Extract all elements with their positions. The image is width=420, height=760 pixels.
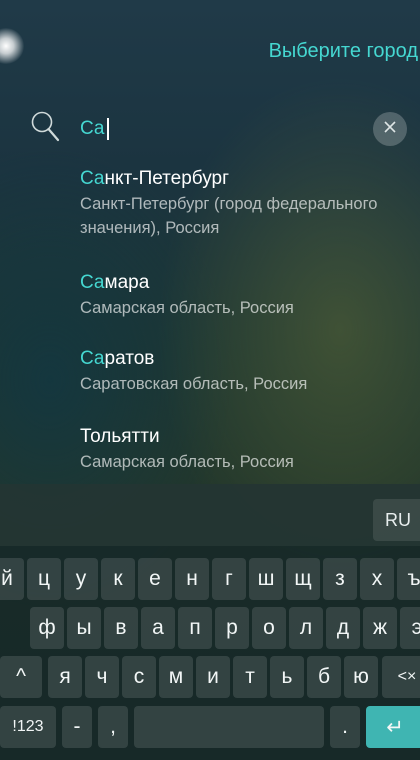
enter-key[interactable]: ↵ xyxy=(366,706,420,748)
language-switch-key[interactable]: RU xyxy=(373,499,420,541)
symbols-key[interactable]: !123 xyxy=(0,706,56,748)
keyboard-suggestion-bar xyxy=(0,484,420,546)
key-м[interactable]: м xyxy=(159,656,193,698)
key-ц[interactable]: ц xyxy=(27,558,61,600)
city-result-item[interactable]: Тольятти Самарская область, Россия xyxy=(80,426,420,474)
key-й[interactable]: й xyxy=(0,558,24,600)
city-region: Санкт-Петербург (город федерального знач… xyxy=(80,195,378,237)
key-о[interactable]: о xyxy=(252,607,286,649)
key-к[interactable]: к xyxy=(101,558,135,600)
key-ю[interactable]: ю xyxy=(344,656,378,698)
city-name-rest: нкт-Петербург xyxy=(104,168,230,189)
on-screen-keyboard: RU й ц у к е н г ш щ з х ъ ф ы в а п р о л д ж э ^ я ч с м и т ь б ю <× !1… xyxy=(0,484,420,760)
city-region: Самарская область, Россия xyxy=(80,299,294,317)
key-ы[interactable]: ы xyxy=(67,607,101,649)
key-ж[interactable]: ж xyxy=(363,607,397,649)
key-я[interactable]: я xyxy=(48,656,82,698)
key-у[interactable]: у xyxy=(64,558,98,600)
city-result-item[interactable]: Самара Самарская область, Россия xyxy=(80,272,420,320)
city-name: Санкт-Петербург xyxy=(80,168,420,190)
key-г[interactable]: г xyxy=(212,558,246,600)
key-т[interactable]: т xyxy=(233,656,267,698)
dash-key[interactable]: - xyxy=(62,706,92,748)
key-х[interactable]: х xyxy=(360,558,394,600)
key-и[interactable]: и xyxy=(196,656,230,698)
search-input[interactable]: Са xyxy=(80,114,360,144)
text-cursor xyxy=(106,118,109,140)
key-ш[interactable]: ш xyxy=(249,558,283,600)
light-glow xyxy=(0,28,24,64)
city-name-rest: ратов xyxy=(104,348,155,369)
city-name-rest: Тольятти xyxy=(80,426,160,447)
key-н[interactable]: н xyxy=(175,558,209,600)
key-с[interactable]: с xyxy=(122,656,156,698)
city-name: Самара xyxy=(80,272,420,294)
key-щ[interactable]: щ xyxy=(286,558,320,600)
key-д[interactable]: д xyxy=(326,607,360,649)
city-result-item[interactable]: Санкт-Петербург Санкт-Петербург (город ф… xyxy=(80,168,420,240)
close-icon xyxy=(382,119,398,139)
period-key[interactable]: . xyxy=(330,706,360,748)
city-name: Саратов xyxy=(80,348,420,370)
city-name-match: Са xyxy=(80,272,105,293)
city-name-rest: мара xyxy=(104,272,150,293)
clear-search-button[interactable] xyxy=(373,112,407,146)
key-з[interactable]: з xyxy=(323,558,357,600)
search-bar: Са xyxy=(0,108,420,148)
spacebar-key[interactable] xyxy=(134,706,324,748)
comma-key[interactable]: , xyxy=(98,706,128,748)
key-ь[interactable]: ь xyxy=(270,656,304,698)
backspace-key[interactable]: <× xyxy=(382,656,420,698)
shift-key[interactable]: ^ xyxy=(0,656,42,698)
key-в[interactable]: в xyxy=(104,607,138,649)
key-ф[interactable]: ф xyxy=(30,607,64,649)
key-а[interactable]: а xyxy=(141,607,175,649)
key-ч[interactable]: ч xyxy=(85,656,119,698)
search-input-value: Са xyxy=(80,118,105,139)
page-title: Выберите город xyxy=(268,40,418,62)
key-ъ[interactable]: ъ xyxy=(397,558,420,600)
city-region: Самарская область, Россия xyxy=(80,453,294,471)
key-л[interactable]: л xyxy=(289,607,323,649)
city-name: Тольятти xyxy=(80,426,420,448)
city-name-match: Са xyxy=(80,348,105,369)
city-name-match: Са xyxy=(80,168,105,189)
city-result-item[interactable]: Саратов Саратовская область, Россия xyxy=(80,348,420,396)
key-р[interactable]: р xyxy=(215,607,249,649)
key-э[interactable]: э xyxy=(400,607,420,649)
city-region: Саратовская область, Россия xyxy=(80,375,308,393)
search-icon xyxy=(30,110,62,144)
key-е[interactable]: е xyxy=(138,558,172,600)
key-п[interactable]: п xyxy=(178,607,212,649)
key-б[interactable]: б xyxy=(307,656,341,698)
